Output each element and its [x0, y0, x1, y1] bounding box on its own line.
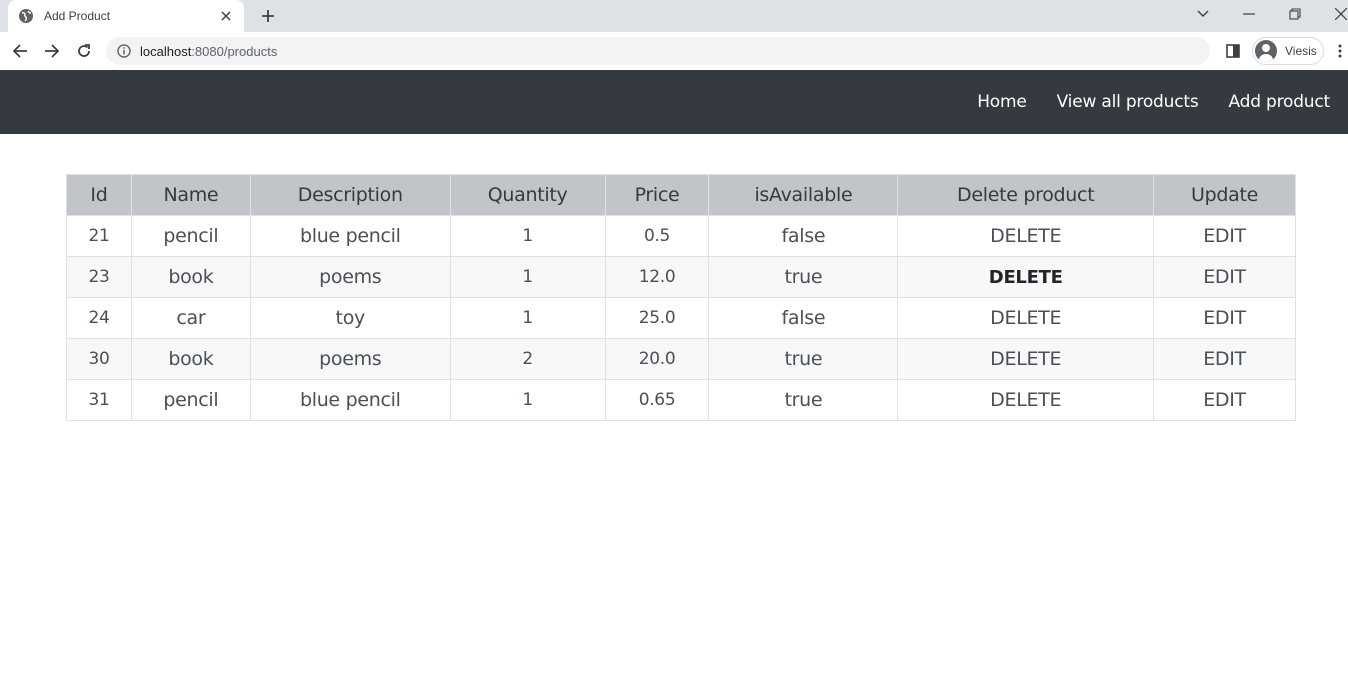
cell-isavailable: false [708, 215, 899, 257]
cell-quantity: 1 [449, 379, 606, 421]
url-host: localhost [140, 43, 192, 59]
column-header-id: Id [66, 174, 132, 216]
table-row: 30 book poems 2 20.0 true DELETE EDIT [66, 338, 1296, 380]
cell-quantity: 1 [449, 297, 606, 339]
cell-id: 31 [66, 379, 132, 421]
top-navbar: Home View all products Add product [0, 70, 1348, 134]
cell-delete: DELETE [897, 215, 1155, 257]
cell-delete: DELETE [897, 256, 1155, 298]
cell-name: book [130, 256, 251, 298]
cell-description: poems [249, 256, 451, 298]
cell-update: EDIT [1153, 338, 1296, 380]
url-text: localhost:8080/products [140, 44, 277, 59]
back-icon[interactable] [10, 41, 30, 61]
edit-link[interactable]: EDIT [1203, 348, 1246, 370]
cell-update: EDIT [1153, 297, 1296, 339]
cell-quantity: 2 [449, 338, 606, 380]
cell-id: 24 [66, 297, 132, 339]
column-header-price: Price [604, 174, 710, 216]
cell-description: blue pencil [249, 379, 451, 421]
table-row: 24 car toy 1 25.0 false DELETE EDIT [66, 297, 1296, 339]
cell-description: toy [249, 297, 451, 339]
cell-id: 30 [66, 338, 132, 380]
products-table-container: Id Name Description Quantity Price isAva… [66, 174, 1296, 421]
forward-icon[interactable] [42, 41, 62, 61]
new-tab-icon[interactable] [258, 6, 278, 26]
menu-icon[interactable] [1334, 42, 1346, 60]
cell-price: 0.5 [604, 215, 710, 257]
column-header-name: Name [130, 174, 251, 216]
table-header-row: Id Name Description Quantity Price isAva… [66, 174, 1296, 216]
nav-links: Home View all products Add product [947, 70, 1330, 134]
column-header-update: Update [1153, 174, 1296, 216]
tab-title: Add Product [44, 9, 111, 23]
table-row: 23 book poems 1 12.0 true DELETE EDIT [66, 256, 1296, 298]
edit-link[interactable]: EDIT [1203, 307, 1246, 329]
table-row: 31 pencil blue pencil 1 0.65 true DELETE… [66, 379, 1296, 421]
edit-link[interactable]: EDIT [1203, 225, 1246, 247]
cell-update: EDIT [1153, 379, 1296, 421]
site-info-icon[interactable] [116, 43, 132, 59]
nav-view-all-products-link[interactable]: View all products [1057, 92, 1199, 112]
cell-price: 12.0 [604, 256, 710, 298]
edit-link[interactable]: EDIT [1203, 266, 1246, 288]
delete-link[interactable]: DELETE [990, 348, 1061, 370]
cell-update: EDIT [1153, 256, 1296, 298]
browser-tab[interactable]: Add Product [8, 0, 244, 32]
cell-price: 20.0 [604, 338, 710, 380]
cell-price: 25.0 [604, 297, 710, 339]
cell-isavailable: false [708, 297, 899, 339]
tab-strip: Add Product [0, 0, 1348, 32]
cell-name: pencil [130, 215, 251, 257]
cell-isavailable: true [708, 338, 899, 380]
cell-delete: DELETE [897, 379, 1155, 421]
cell-name: pencil [130, 379, 251, 421]
side-panel-icon[interactable] [1224, 42, 1242, 60]
edit-link[interactable]: EDIT [1203, 389, 1246, 411]
cell-quantity: 1 [449, 256, 606, 298]
delete-link[interactable]: DELETE [990, 225, 1061, 247]
nav-add-product-link[interactable]: Add product [1228, 92, 1330, 112]
cell-name: book [130, 338, 251, 380]
globe-icon [18, 8, 34, 24]
restore-icon[interactable] [1283, 4, 1307, 24]
profile-name: Viesis [1285, 44, 1317, 58]
cell-id: 23 [66, 256, 132, 298]
cell-quantity: 1 [449, 215, 606, 257]
cell-update: EDIT [1153, 215, 1296, 257]
close-tab-icon[interactable] [218, 8, 234, 24]
delete-link[interactable]: DELETE [990, 307, 1061, 329]
avatar-icon [1255, 40, 1277, 62]
browser-toolbar: localhost:8080/products Viesis [0, 32, 1348, 70]
delete-link[interactable]: DELETE [990, 389, 1061, 411]
cell-delete: DELETE [897, 297, 1155, 339]
url-path: :8080/products [191, 43, 278, 59]
column-header-isavailable: isAvailable [708, 174, 899, 216]
column-header-delete-product: Delete product [897, 174, 1155, 216]
cell-price: 0.65 [604, 379, 710, 421]
cell-isavailable: true [708, 256, 899, 298]
cell-name: car [130, 297, 251, 339]
tab-search-icon[interactable] [1191, 4, 1215, 24]
close-window-icon[interactable] [1329, 4, 1348, 24]
column-header-description: Description [249, 174, 451, 216]
products-table: Id Name Description Quantity Price isAva… [66, 174, 1296, 421]
reload-icon[interactable] [74, 41, 94, 61]
cell-description: blue pencil [249, 215, 451, 257]
cell-description: poems [249, 338, 451, 380]
profile-button[interactable]: Viesis [1252, 37, 1324, 65]
nav-home-link[interactable]: Home [977, 92, 1027, 112]
column-header-quantity: Quantity [449, 174, 606, 216]
table-row: 21 pencil blue pencil 1 0.5 false DELETE… [66, 215, 1296, 257]
cell-delete: DELETE [897, 338, 1155, 380]
minimize-icon[interactable] [1237, 4, 1261, 24]
cell-isavailable: true [708, 379, 899, 421]
address-bar[interactable]: localhost:8080/products [106, 37, 1210, 65]
delete-link[interactable]: DELETE [989, 267, 1063, 288]
cell-id: 21 [66, 215, 132, 257]
